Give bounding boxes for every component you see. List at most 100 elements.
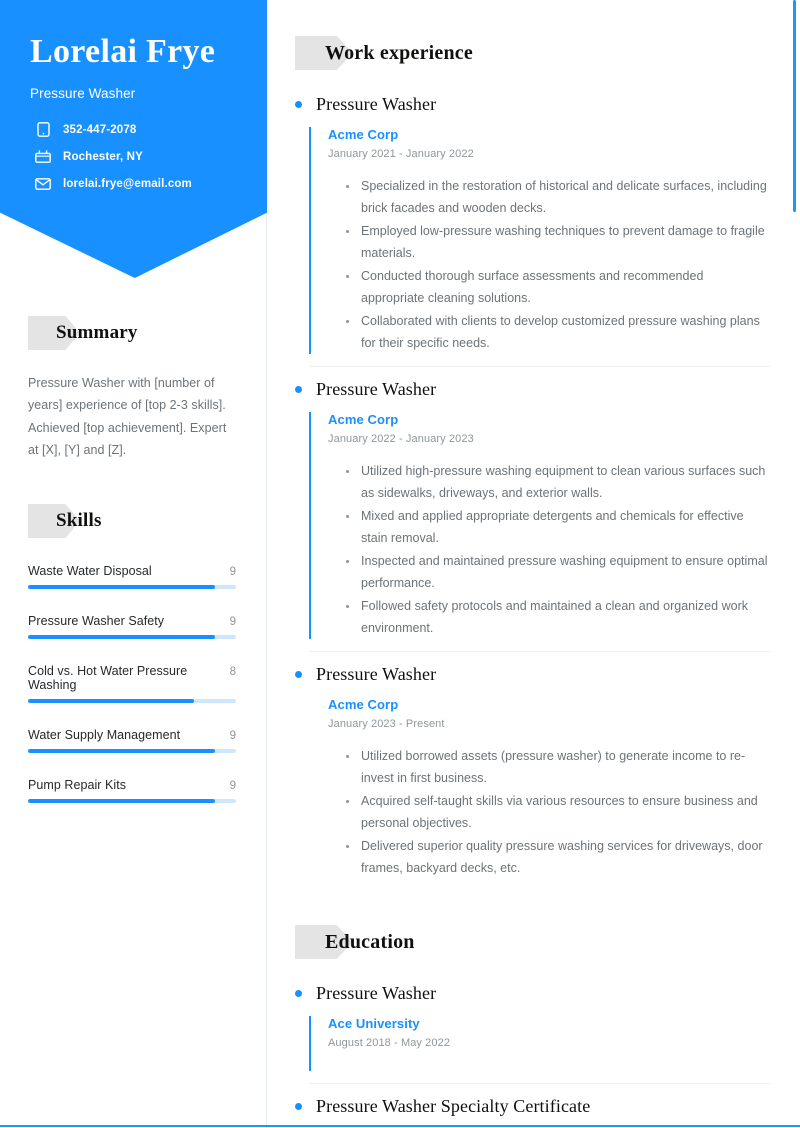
- summary-heading: Summary: [28, 316, 236, 350]
- contact-list: 352-447-2078 Rochester, NY lorelai.frye@…: [35, 122, 241, 192]
- main-content: Work experience Pressure Washer Acme Corp…: [267, 0, 800, 1128]
- skill-bar-fill: [28, 799, 216, 803]
- entry-dates: January 2022 - January 2023: [328, 433, 474, 445]
- contact-item-email[interactable]: lorelai.frye@email.com: [35, 176, 241, 192]
- work-entry-list: Pressure Washer Acme Corp January 2021 - J…: [295, 94, 770, 893]
- entry-header: Pressure Washer: [295, 94, 770, 115]
- skill-bar-fill: [28, 635, 216, 639]
- achievement-item: Conducted thorough surface assessments a…: [346, 266, 770, 309]
- skill-bar-track: [28, 799, 236, 803]
- entry-dates: January 2021 - January 2022: [328, 148, 474, 160]
- skill-score: 9: [229, 780, 236, 792]
- skill-name: Waste Water Disposal: [28, 564, 152, 578]
- skill-bar-fill: [28, 585, 216, 589]
- summary-heading-label: Summary: [56, 322, 138, 343]
- skill-score: 9: [229, 566, 236, 578]
- achievement-item: Specialized in the restoration of histor…: [346, 176, 770, 219]
- header-job-title: Pressure Washer: [30, 85, 136, 101]
- entry-body: Ace University August 2018 - May 2022: [309, 1016, 770, 1071]
- skill-item: Waste Water Disposal 9: [28, 564, 236, 589]
- education-entry-list: Pressure Washer Ace University August 2018…: [295, 983, 770, 1128]
- header-banner: Lorelai Frye Pressure Washer 352-447-207…: [0, 0, 267, 278]
- contact-item-phone[interactable]: 352-447-2078: [35, 122, 241, 138]
- vertical-scrollbar[interactable]: [793, 0, 796, 212]
- organization-name[interactable]: Ace University: [328, 1016, 770, 1031]
- skill-row: Water Supply Management 9: [28, 728, 236, 742]
- entry-title: Pressure Washer: [316, 983, 437, 1003]
- skill-score: 8: [229, 666, 236, 678]
- entry-body-spacer: [328, 1049, 770, 1071]
- entry-separator: [309, 1083, 770, 1084]
- phone-icon: [35, 122, 51, 138]
- experience-entry: Pressure Washer Acme Corp January 2021 - J…: [295, 94, 770, 379]
- summary-section: Summary Pressure Washer with [number of …: [28, 316, 236, 461]
- entry-header: Pressure Washer: [295, 983, 770, 1004]
- contact-value-email: lorelai.frye@email.com: [63, 177, 192, 190]
- achievement-item: Mixed and applied appropriate detergents…: [346, 506, 770, 549]
- achievement-item: Utilized borrowed assets (pressure washe…: [346, 746, 770, 789]
- entry-header: Pressure Washer Specialty Certificate: [295, 1096, 770, 1117]
- achievement-list: Utilized borrowed assets (pressure washe…: [346, 746, 770, 879]
- organization-name[interactable]: Acme Corp: [328, 697, 770, 712]
- skill-name: Pressure Washer Safety: [28, 614, 165, 628]
- achievement-item: Followed safety protocols and maintained…: [346, 596, 770, 639]
- entry-separator: [309, 651, 770, 652]
- skill-bar-track: [28, 585, 236, 589]
- bullet-dot-icon: [295, 101, 302, 108]
- achievement-item: Inspected and maintained pressure washin…: [346, 551, 770, 594]
- skills-list: Waste Water Disposal 9 Pressure Washer Saf…: [28, 564, 236, 803]
- bullet-dot-icon: [295, 671, 302, 678]
- experience-entry: Pressure Washer Acme Corp January 2023 - P…: [295, 664, 770, 893]
- skill-name: Cold vs. Hot Water Pressure Washing: [28, 664, 188, 692]
- experience-entry: Pressure Washer Acme Corp January 2022 - J…: [295, 379, 770, 664]
- page-title: Lorelai Frye: [30, 33, 216, 70]
- skill-score: 9: [229, 616, 236, 628]
- experience-entry: Pressure Washer Specialty CertificateAcm…: [295, 1096, 770, 1128]
- organization-name[interactable]: Acme Corp: [328, 127, 770, 142]
- work-experience-heading-label: Work experience: [325, 41, 473, 64]
- skill-bar-fill: [28, 699, 195, 703]
- skills-heading-label: Skills: [56, 510, 102, 531]
- skill-score: 9: [229, 730, 236, 742]
- entry-title: Pressure Washer: [316, 94, 437, 114]
- achievement-item: Employed low-pressure washing techniques…: [346, 221, 770, 264]
- contact-value-phone: 352-447-2078: [63, 123, 137, 136]
- contact-item-address[interactable]: Rochester, NY: [35, 149, 241, 165]
- achievement-list: Utilized high-pressure washing equipment…: [346, 461, 770, 639]
- bullet-dot-icon: [295, 1103, 302, 1110]
- skill-bar-track: [28, 699, 236, 703]
- skill-name: Water Supply Management: [28, 728, 181, 742]
- achievement-item: Utilized high-pressure washing equipment…: [346, 461, 770, 504]
- horizontal-scrollbar[interactable]: [0, 1125, 800, 1127]
- skill-row: Waste Water Disposal 9: [28, 564, 236, 578]
- entry-title: Pressure Washer: [316, 379, 437, 399]
- skill-item: Water Supply Management 9: [28, 728, 236, 753]
- achievement-item: Delivered superior quality pressure wash…: [346, 836, 770, 879]
- organization-name[interactable]: Acme Corp: [328, 412, 770, 427]
- work-experience-section: Work experience Pressure Washer Acme Corp…: [295, 36, 770, 893]
- skill-item: Pressure Washer Safety 9: [28, 614, 236, 639]
- entry-title: Pressure Washer Specialty Certificate: [316, 1096, 591, 1116]
- education-heading-label: Education: [325, 930, 415, 953]
- achievement-item: Collaborated with clients to develop cus…: [346, 311, 770, 354]
- sidebar-body: Summary Pressure Washer with [number of …: [0, 316, 266, 803]
- entry-dates: August 2018 - May 2022: [328, 1037, 451, 1049]
- entry-separator: [309, 366, 770, 367]
- skill-bar-fill: [28, 749, 216, 753]
- resume-page: Lorelai Frye Pressure Washer 352-447-207…: [0, 0, 800, 1128]
- skill-row: Pump Repair Kits 9: [28, 778, 236, 792]
- contact-value-address: Rochester, NY: [63, 150, 143, 163]
- entry-title: Pressure Washer: [316, 664, 437, 684]
- bullet-dot-icon: [295, 990, 302, 997]
- skill-name: Pump Repair Kits: [28, 778, 127, 792]
- skill-item: Cold vs. Hot Water Pressure Washing 8: [28, 664, 236, 703]
- education-heading: Education: [295, 925, 770, 959]
- entry-header: Pressure Washer: [295, 379, 770, 400]
- skill-row: Pressure Washer Safety 9: [28, 614, 236, 628]
- work-experience-heading: Work experience: [295, 36, 770, 70]
- entry-dates: January 2023 - Present: [328, 718, 445, 730]
- achievement-item: Acquired self-taught skills via various …: [346, 791, 770, 834]
- skill-bar-track: [28, 635, 236, 639]
- skill-item: Pump Repair Kits 9: [28, 778, 236, 803]
